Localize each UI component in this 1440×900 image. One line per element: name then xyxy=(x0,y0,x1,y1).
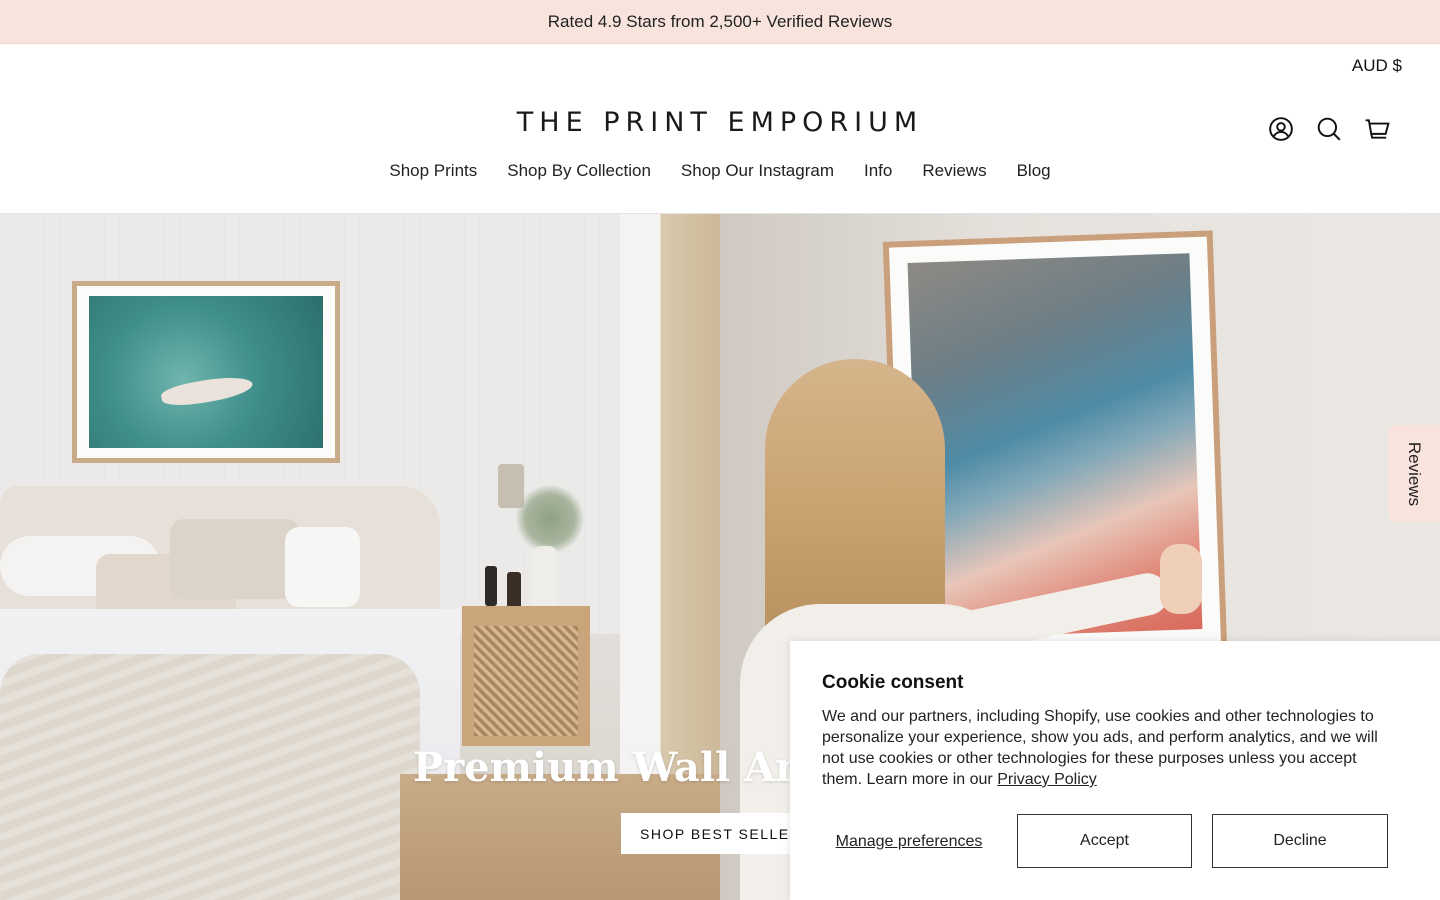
cookie-body-text: We and our partners, including Shopify, … xyxy=(822,708,1378,788)
nav-shop-by-collection[interactable]: Shop By Collection xyxy=(507,161,651,181)
site-logo[interactable]: THE PRINT EMPORIUM xyxy=(0,107,1440,138)
reviews-side-tab[interactable]: Reviews xyxy=(1389,425,1440,522)
nav-blog[interactable]: Blog xyxy=(1017,161,1051,181)
nav-shop-prints[interactable]: Shop Prints xyxy=(389,161,477,181)
nav-shop-our-instagram[interactable]: Shop Our Instagram xyxy=(681,161,834,181)
main-nav: Shop Prints Shop By Collection Shop Our … xyxy=(0,161,1440,181)
framed-print-ocean xyxy=(72,281,340,463)
account-icon[interactable] xyxy=(1268,116,1294,142)
decline-button[interactable]: Decline xyxy=(1212,814,1388,868)
cart-icon[interactable] xyxy=(1364,116,1390,142)
announcement-text: Rated 4.9 Stars from 2,500+ Verified Rev… xyxy=(547,11,893,31)
privacy-policy-link[interactable]: Privacy Policy xyxy=(997,771,1097,788)
currency-selector[interactable]: AUD $ xyxy=(1352,56,1402,76)
search-icon[interactable] xyxy=(1316,116,1342,142)
header-icons xyxy=(1268,116,1390,142)
manage-preferences-link[interactable]: Manage preferences xyxy=(822,832,996,851)
cookie-title: Cookie consent xyxy=(822,672,964,693)
accept-button[interactable]: Accept xyxy=(1017,814,1192,868)
cookie-consent-banner: Cookie consent We and our partners, incl… xyxy=(790,641,1440,900)
nav-reviews[interactable]: Reviews xyxy=(922,161,986,181)
cookie-actions: Manage preferences Accept Decline xyxy=(822,814,1388,868)
announcement-bar: Rated 4.9 Stars from 2,500+ Verified Rev… xyxy=(0,0,1440,44)
cookie-body: We and our partners, including Shopify, … xyxy=(822,706,1392,790)
site-header: AUD $ THE PRINT EMPORIUM Shop Prints Sho… xyxy=(0,44,1440,214)
hero-image-bedroom xyxy=(0,214,720,900)
nav-info[interactable]: Info xyxy=(864,161,892,181)
reviews-tab-label: Reviews xyxy=(1405,441,1425,506)
